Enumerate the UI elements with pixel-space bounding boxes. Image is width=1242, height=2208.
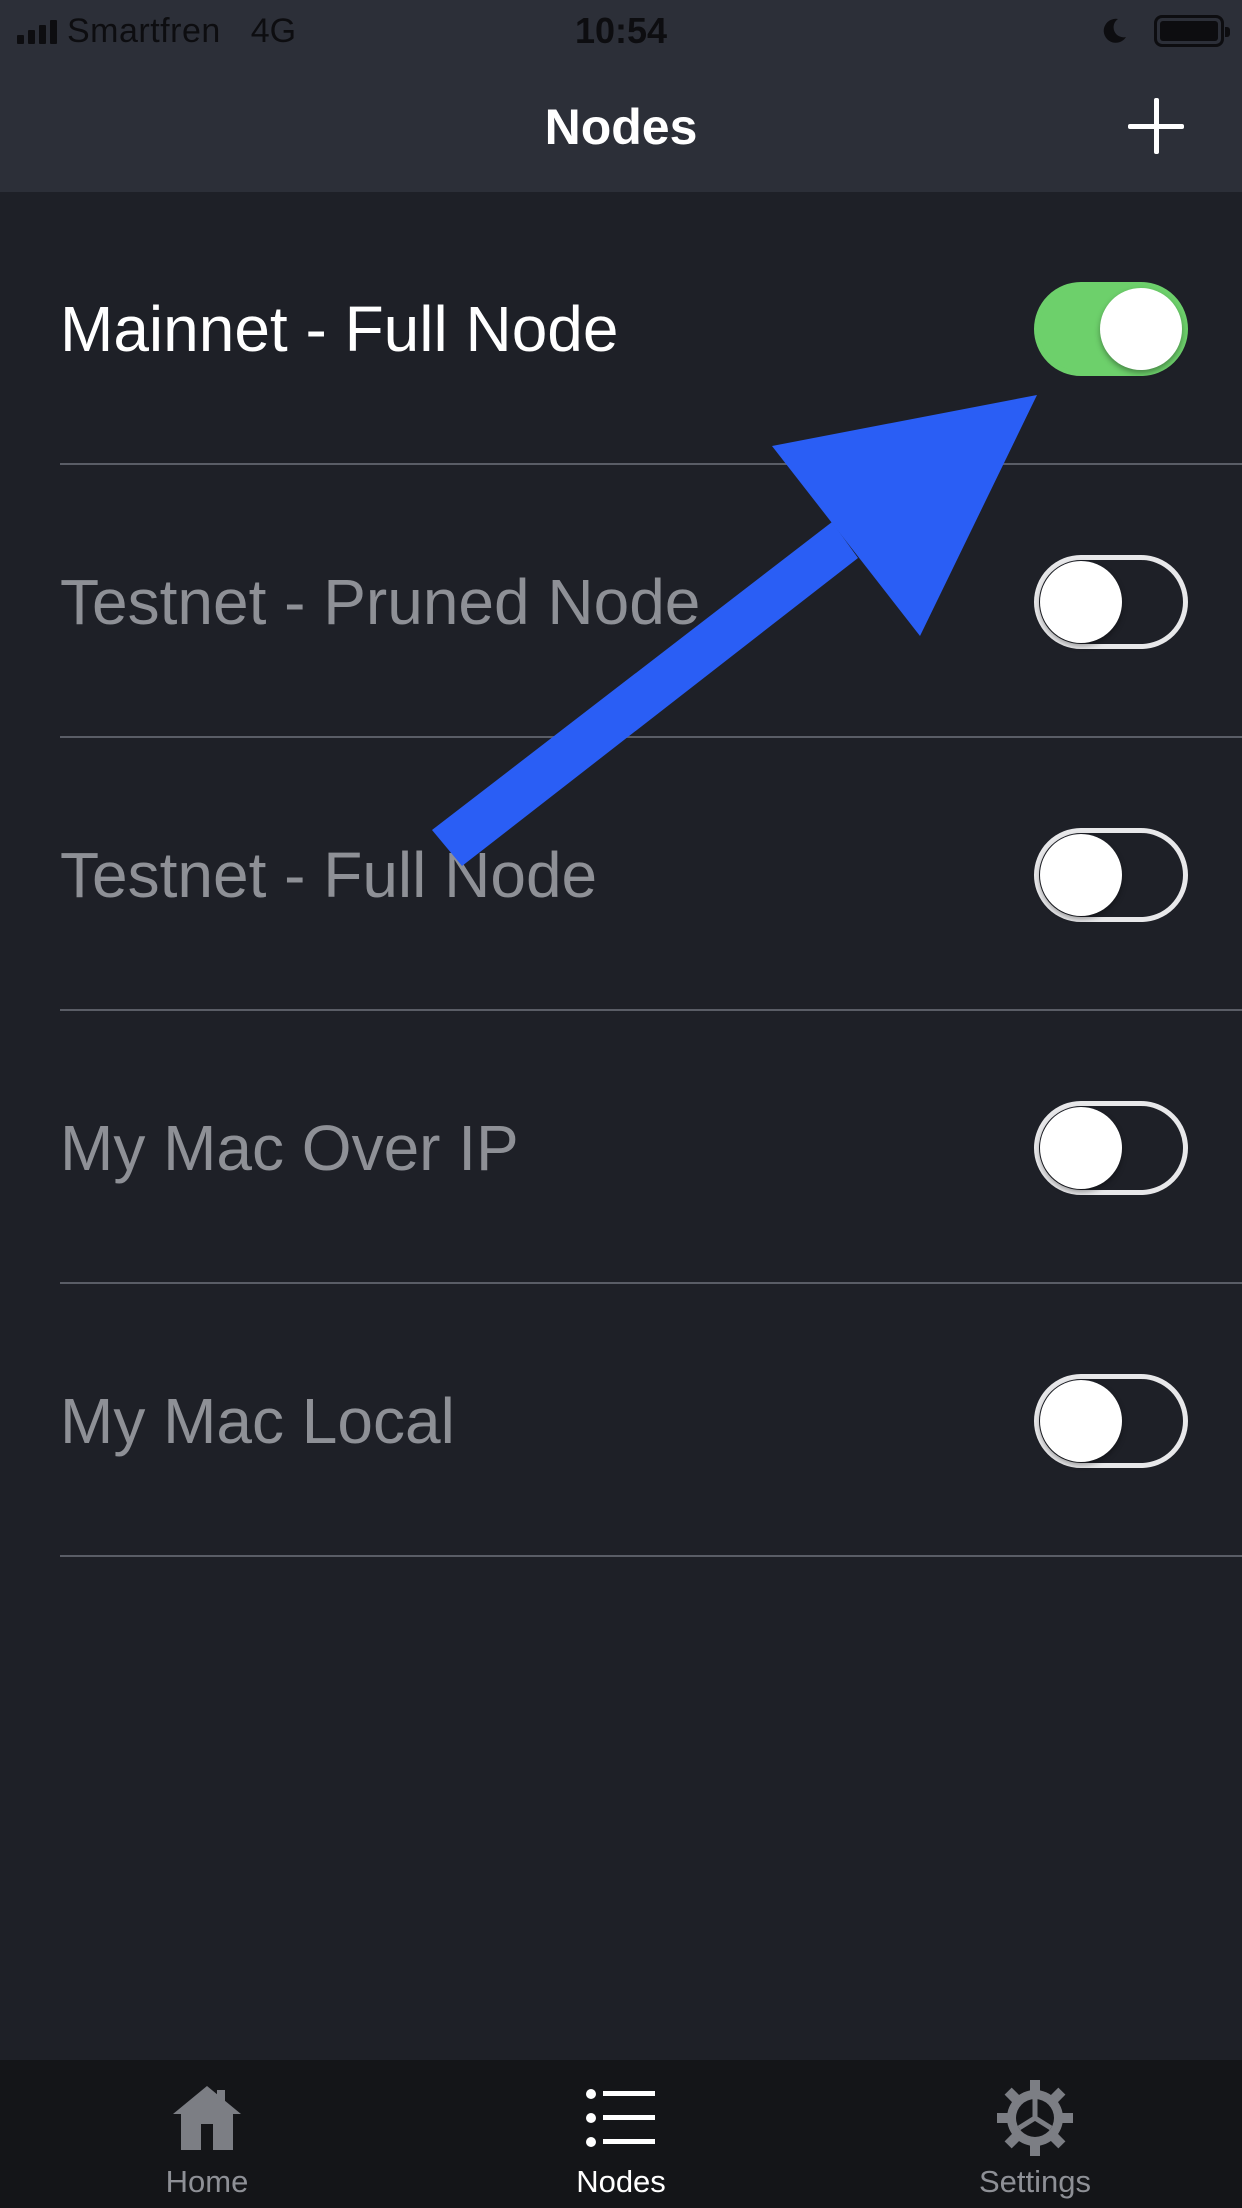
- node-label: Testnet - Pruned Node: [60, 566, 701, 638]
- house-icon: [173, 2086, 241, 2150]
- node-row-mainnet-full[interactable]: Mainnet - Full Node: [0, 192, 1242, 465]
- status-time: 10:54: [574, 10, 668, 51]
- navigation-bar: Nodes: [0, 62, 1242, 192]
- node-row-mac-over-ip[interactable]: My Mac Over IP: [0, 1011, 1242, 1284]
- tab-nodes[interactable]: Nodes: [414, 2060, 828, 2208]
- row-divider: [60, 1555, 1242, 1557]
- node-toggle-mac-local[interactable]: [1034, 1374, 1188, 1468]
- list-icon: [586, 2089, 655, 2147]
- gear-icon: [997, 2080, 1073, 2156]
- tab-home[interactable]: Home: [0, 2060, 414, 2208]
- node-row-testnet-full[interactable]: Testnet - Full Node: [0, 738, 1242, 1011]
- node-toggle-mainnet-full[interactable]: [1034, 282, 1188, 376]
- node-label: Mainnet - Full Node: [60, 293, 619, 365]
- add-node-button[interactable]: [1128, 98, 1184, 154]
- node-label: My Mac Local: [60, 1385, 455, 1457]
- tab-label: Settings: [978, 2164, 1091, 2199]
- node-label: Testnet - Full Node: [60, 839, 598, 911]
- tab-bar: Home Nodes Settings: [0, 2060, 1242, 2208]
- node-toggle-mac-over-ip[interactable]: [1034, 1101, 1188, 1195]
- node-label: My Mac Over IP: [60, 1112, 519, 1184]
- node-list: Mainnet - Full Node Testnet - Pruned Nod…: [0, 192, 1242, 1557]
- page-title: Nodes: [544, 99, 698, 155]
- node-row-mac-local[interactable]: My Mac Local: [0, 1284, 1242, 1557]
- node-toggle-testnet-full[interactable]: [1034, 828, 1188, 922]
- tab-label: Nodes: [576, 2164, 666, 2199]
- tab-label: Home: [165, 2164, 249, 2199]
- node-toggle-testnet-pruned[interactable]: [1034, 555, 1188, 649]
- node-row-testnet-pruned[interactable]: Testnet - Pruned Node: [0, 465, 1242, 738]
- do-not-disturb-moon-icon: [1103, 18, 1126, 43]
- nodes-screen: Smartfren 4G 10:54 Nodes Mainnet - Full …: [0, 0, 1242, 2208]
- battery-icon: [1154, 15, 1230, 47]
- tab-settings[interactable]: Settings: [828, 2060, 1242, 2208]
- status-right: [1100, 14, 1230, 48]
- status-bar: Smartfren 4G 10:54: [0, 0, 1242, 62]
